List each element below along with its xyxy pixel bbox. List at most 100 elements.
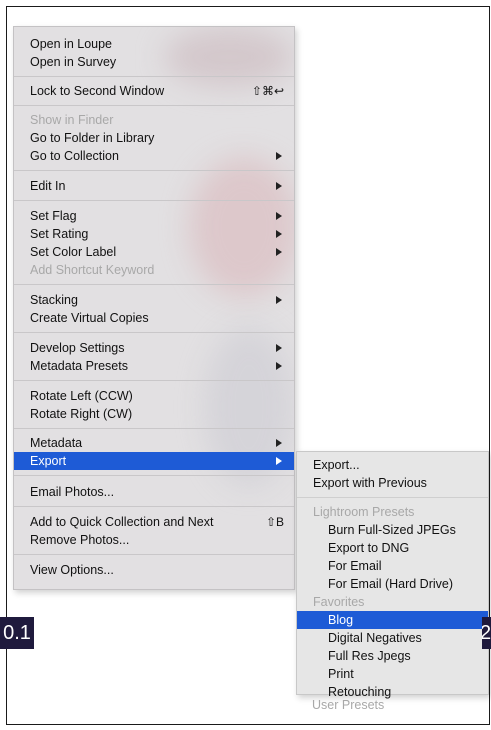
submenu-item-full-res-jpegs[interactable]: Full Res Jpegs bbox=[297, 647, 488, 665]
menu-item-label: Full Res Jpegs bbox=[328, 649, 411, 663]
menu-separator bbox=[14, 554, 294, 555]
submenu-item-export-with-previous[interactable]: Export with Previous bbox=[297, 474, 488, 492]
menu-item-label: Burn Full-Sized JPEGs bbox=[328, 523, 456, 537]
menu-item-develop-settings[interactable]: Develop Settings bbox=[14, 339, 294, 357]
menu-item-label: Stacking bbox=[30, 293, 78, 307]
menu-separator bbox=[14, 76, 294, 77]
menu-item-label: For Email bbox=[328, 559, 382, 573]
submenu-arrow-icon bbox=[276, 457, 282, 465]
menu-item-add-shortcut-keyword: Add Shortcut Keyword bbox=[14, 261, 294, 279]
menu-item-email-photos[interactable]: Email Photos... bbox=[14, 483, 294, 501]
menu-item-label: Set Color Label bbox=[30, 245, 117, 259]
menu-item-rotate-left[interactable]: Rotate Left (CCW) bbox=[14, 387, 294, 405]
menu-item-label: Edit In bbox=[30, 179, 66, 193]
submenu-header-favorites: Favorites bbox=[297, 593, 488, 611]
menu-item-label: Add Shortcut Keyword bbox=[30, 263, 155, 277]
menu-separator bbox=[14, 380, 294, 381]
menu-item-rotate-right[interactable]: Rotate Right (CW) bbox=[14, 405, 294, 423]
menu-item-set-rating[interactable]: Set Rating bbox=[14, 225, 294, 243]
menu-item-label: Metadata Presets bbox=[30, 359, 128, 373]
submenu-item-digital-negatives[interactable]: Digital Negatives bbox=[297, 629, 488, 647]
menu-item-label: Set Rating bbox=[30, 227, 89, 241]
submenu-arrow-icon bbox=[276, 296, 282, 304]
menu-section-header: User Presets bbox=[312, 698, 385, 712]
submenu-item-blog[interactable]: Blog bbox=[297, 611, 488, 629]
menu-item-label: Open in Loupe bbox=[30, 37, 113, 51]
keyboard-shortcut: ⇧⌘↩ bbox=[251, 84, 284, 98]
menu-item-label: Go to Collection bbox=[30, 149, 119, 163]
menu-section-header: Favorites bbox=[313, 595, 365, 609]
menu-item-label: Remove Photos... bbox=[30, 533, 130, 547]
submenu-arrow-icon bbox=[276, 362, 282, 370]
menu-item-label: Rotate Right (CW) bbox=[30, 407, 133, 421]
submenu-arrow-icon bbox=[276, 344, 282, 352]
keyboard-shortcut: ⇧B bbox=[265, 515, 284, 529]
menu-item-label: Create Virtual Copies bbox=[30, 311, 149, 325]
menu-separator bbox=[297, 497, 488, 498]
menu-item-label: Go to Folder in Library bbox=[30, 131, 155, 145]
menu-separator bbox=[14, 284, 294, 285]
menu-separator bbox=[14, 428, 294, 429]
context-menu: Open in Loupe Open in Survey Lock to Sec… bbox=[13, 26, 295, 590]
menu-separator bbox=[14, 475, 294, 476]
menu-item-create-virtual-copies[interactable]: Create Virtual Copies bbox=[14, 309, 294, 327]
menu-item-label: Export with Previous bbox=[313, 476, 427, 490]
submenu-header-lightroom-presets: Lightroom Presets bbox=[297, 503, 488, 521]
menu-separator bbox=[14, 506, 294, 507]
submenu-header-user-presets: User Presets bbox=[296, 696, 489, 714]
submenu-arrow-icon bbox=[276, 230, 282, 238]
menu-item-label: Print bbox=[328, 667, 354, 681]
submenu-item-for-email-hard-drive[interactable]: For Email (Hard Drive) bbox=[297, 575, 488, 593]
menu-item-label: Show in Finder bbox=[30, 113, 114, 127]
submenu-item-burn-full-sized-jpegs[interactable]: Burn Full-Sized JPEGs bbox=[297, 521, 488, 539]
menu-item-export[interactable]: Export bbox=[14, 452, 294, 470]
menu-item-lock-to-second-window[interactable]: Lock to Second Window ⇧⌘↩ bbox=[14, 82, 294, 100]
menu-item-view-options[interactable]: View Options... bbox=[14, 561, 294, 579]
menu-item-remove-photos[interactable]: Remove Photos... bbox=[14, 531, 294, 549]
menu-separator bbox=[14, 200, 294, 201]
menu-item-edit-in[interactable]: Edit In bbox=[14, 177, 294, 195]
menu-separator bbox=[14, 105, 294, 106]
menu-item-stacking[interactable]: Stacking bbox=[14, 291, 294, 309]
menu-item-label: Set Flag bbox=[30, 209, 77, 223]
menu-item-label: Lock to Second Window bbox=[30, 84, 165, 98]
menu-item-label: Digital Negatives bbox=[328, 631, 422, 645]
figure-label-right: 2 bbox=[482, 617, 491, 649]
submenu-arrow-icon bbox=[276, 212, 282, 220]
submenu-arrow-icon bbox=[276, 152, 282, 160]
menu-item-label: Metadata bbox=[30, 436, 83, 450]
menu-item-label: For Email (Hard Drive) bbox=[328, 577, 454, 591]
menu-item-set-color-label[interactable]: Set Color Label bbox=[14, 243, 294, 261]
menu-item-label: Open in Survey bbox=[30, 55, 117, 69]
submenu-item-export[interactable]: Export... bbox=[297, 456, 488, 474]
menu-item-label: Email Photos... bbox=[30, 485, 115, 499]
export-submenu: Export... Export with Previous Lightroom… bbox=[296, 451, 489, 699]
menu-separator bbox=[14, 170, 294, 171]
menu-item-open-in-loupe[interactable]: Open in Loupe bbox=[14, 35, 294, 53]
menu-item-go-to-folder[interactable]: Go to Folder in Library bbox=[14, 129, 294, 147]
submenu-item-for-email[interactable]: For Email bbox=[297, 557, 488, 575]
submenu-arrow-icon bbox=[276, 182, 282, 190]
menu-item-label: Rotate Left (CCW) bbox=[30, 389, 133, 403]
menu-item-label: Export... bbox=[313, 458, 360, 472]
menu-item-go-to-collection[interactable]: Go to Collection bbox=[14, 147, 294, 165]
menu-item-label: Develop Settings bbox=[30, 341, 125, 355]
menu-item-metadata[interactable]: Metadata bbox=[14, 434, 294, 452]
submenu-arrow-icon bbox=[276, 248, 282, 256]
figure-label-left: 0.1 bbox=[0, 617, 34, 649]
menu-item-show-in-finder: Show in Finder bbox=[14, 111, 294, 129]
menu-separator bbox=[14, 332, 294, 333]
menu-item-set-flag[interactable]: Set Flag bbox=[14, 207, 294, 225]
menu-item-metadata-presets[interactable]: Metadata Presets bbox=[14, 357, 294, 375]
menu-item-label: Add to Quick Collection and Next bbox=[30, 515, 214, 529]
submenu-arrow-icon bbox=[276, 439, 282, 447]
menu-item-label: View Options... bbox=[30, 563, 114, 577]
menu-item-open-in-survey[interactable]: Open in Survey bbox=[14, 53, 294, 71]
menu-item-add-to-quick-collection[interactable]: Add to Quick Collection and Next ⇧B bbox=[14, 513, 294, 531]
menu-item-label: Export to DNG bbox=[328, 541, 410, 555]
menu-section-header: Lightroom Presets bbox=[313, 505, 415, 519]
menu-item-label: Export bbox=[30, 454, 67, 468]
submenu-item-print[interactable]: Print bbox=[297, 665, 488, 683]
menu-item-label: Blog bbox=[328, 613, 354, 627]
submenu-item-export-to-dng[interactable]: Export to DNG bbox=[297, 539, 488, 557]
